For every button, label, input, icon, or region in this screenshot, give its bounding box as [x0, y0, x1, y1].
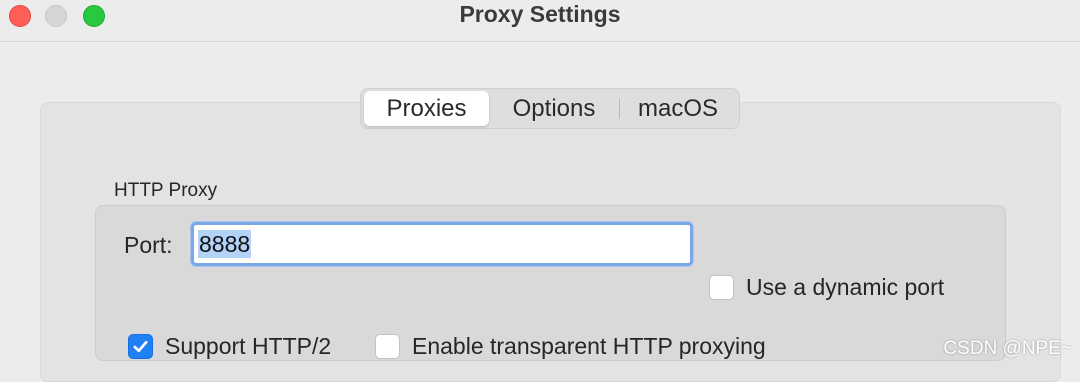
tab-macos[interactable]: macOS — [620, 91, 736, 126]
tab-proxies[interactable]: Proxies — [364, 91, 489, 126]
transparent-proxying-label: Enable transparent HTTP proxying — [412, 333, 766, 359]
support-http2-label: Support HTTP/2 — [165, 333, 332, 359]
dynamic-port-checkbox[interactable] — [709, 275, 734, 300]
dynamic-port-option[interactable]: Use a dynamic port — [709, 274, 944, 301]
window-content: Proxies Options macOS HTTP Proxy Port: 8… — [0, 43, 1080, 382]
tab-options[interactable]: Options — [489, 91, 619, 126]
http-proxy-section-label: HTTP Proxy — [114, 180, 218, 201]
port-input[interactable]: 8888 — [191, 222, 693, 266]
transparent-proxying-checkbox[interactable] — [375, 334, 400, 359]
tab-bar: Proxies Options macOS — [360, 88, 740, 129]
support-http2-option[interactable]: Support HTTP/2 — [128, 333, 331, 360]
support-http2-checkbox[interactable] — [128, 334, 153, 359]
title-bar: Proxy Settings — [0, 0, 1080, 42]
watermark: CSDN @NPE~ — [943, 338, 1072, 359]
port-label: Port: — [124, 232, 173, 258]
window-title: Proxy Settings — [459, 1, 621, 27]
dynamic-port-label: Use a dynamic port — [746, 274, 945, 300]
transparent-proxying-option[interactable]: Enable transparent HTTP proxying — [375, 333, 766, 360]
checkmark-icon — [133, 340, 148, 353]
port-input-value: 8888 — [198, 230, 252, 258]
